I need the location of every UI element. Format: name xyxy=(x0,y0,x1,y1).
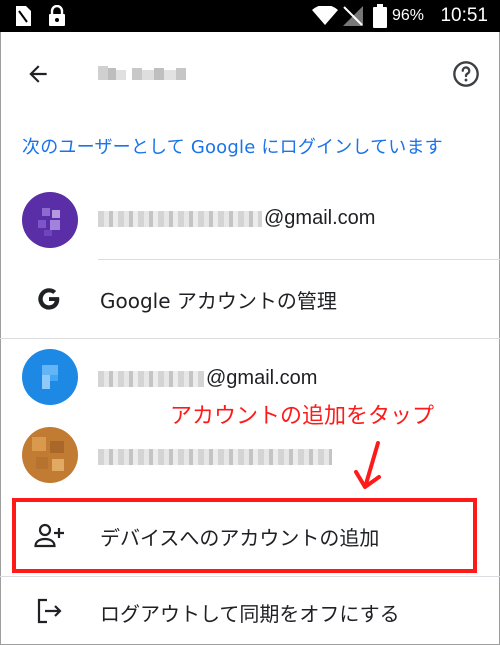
annotation-arrow-icon xyxy=(352,440,386,496)
email-redacted xyxy=(98,448,332,465)
account-name-redacted xyxy=(98,64,194,82)
account-row-tertiary[interactable] xyxy=(0,420,500,495)
sign-out-button[interactable]: ログアウトして同期をオフにする xyxy=(0,578,500,645)
email-domain: @gmail.com xyxy=(206,367,318,389)
email-redacted xyxy=(98,370,204,387)
annotation-text: アカウントの追加をタップ xyxy=(170,404,435,429)
arrow-back-icon xyxy=(29,65,47,83)
avatar xyxy=(22,349,78,405)
lock-icon xyxy=(48,0,66,32)
help-button[interactable] xyxy=(446,54,486,94)
divider xyxy=(0,576,500,577)
manage-account-label: Google アカウントの管理 xyxy=(100,289,337,313)
logout-icon xyxy=(36,598,64,628)
wifi-icon xyxy=(312,0,338,32)
account-row-primary[interactable]: @gmail.com xyxy=(0,185,500,260)
app-bar xyxy=(0,32,500,112)
email-domain: @gmail.com xyxy=(264,207,376,229)
email-redacted xyxy=(98,210,262,227)
signin-note: 次のユーザーとして Google にログインしています xyxy=(22,137,443,158)
google-g-icon xyxy=(36,286,62,316)
sign-out-label: ログアウトして同期をオフにする xyxy=(100,602,400,626)
battery-icon xyxy=(373,0,387,32)
avatar xyxy=(22,427,78,483)
no-signal-icon xyxy=(342,0,364,32)
account-email: @gmail.com xyxy=(98,367,317,390)
divider xyxy=(0,338,500,339)
sim-card-icon xyxy=(14,0,32,32)
manage-account-button[interactable]: Google アカウントの管理 xyxy=(0,260,500,338)
status-bar: 96% 10:51 xyxy=(0,0,500,32)
clock: 10:51 xyxy=(440,5,488,26)
battery-percent: 96% xyxy=(391,7,424,24)
help-circle-icon xyxy=(453,61,479,87)
account-email: @gmail.com xyxy=(98,207,375,230)
avatar xyxy=(22,192,78,248)
highlight-box xyxy=(12,498,477,573)
account-email-redacted xyxy=(98,445,334,468)
back-button[interactable] xyxy=(18,54,58,94)
